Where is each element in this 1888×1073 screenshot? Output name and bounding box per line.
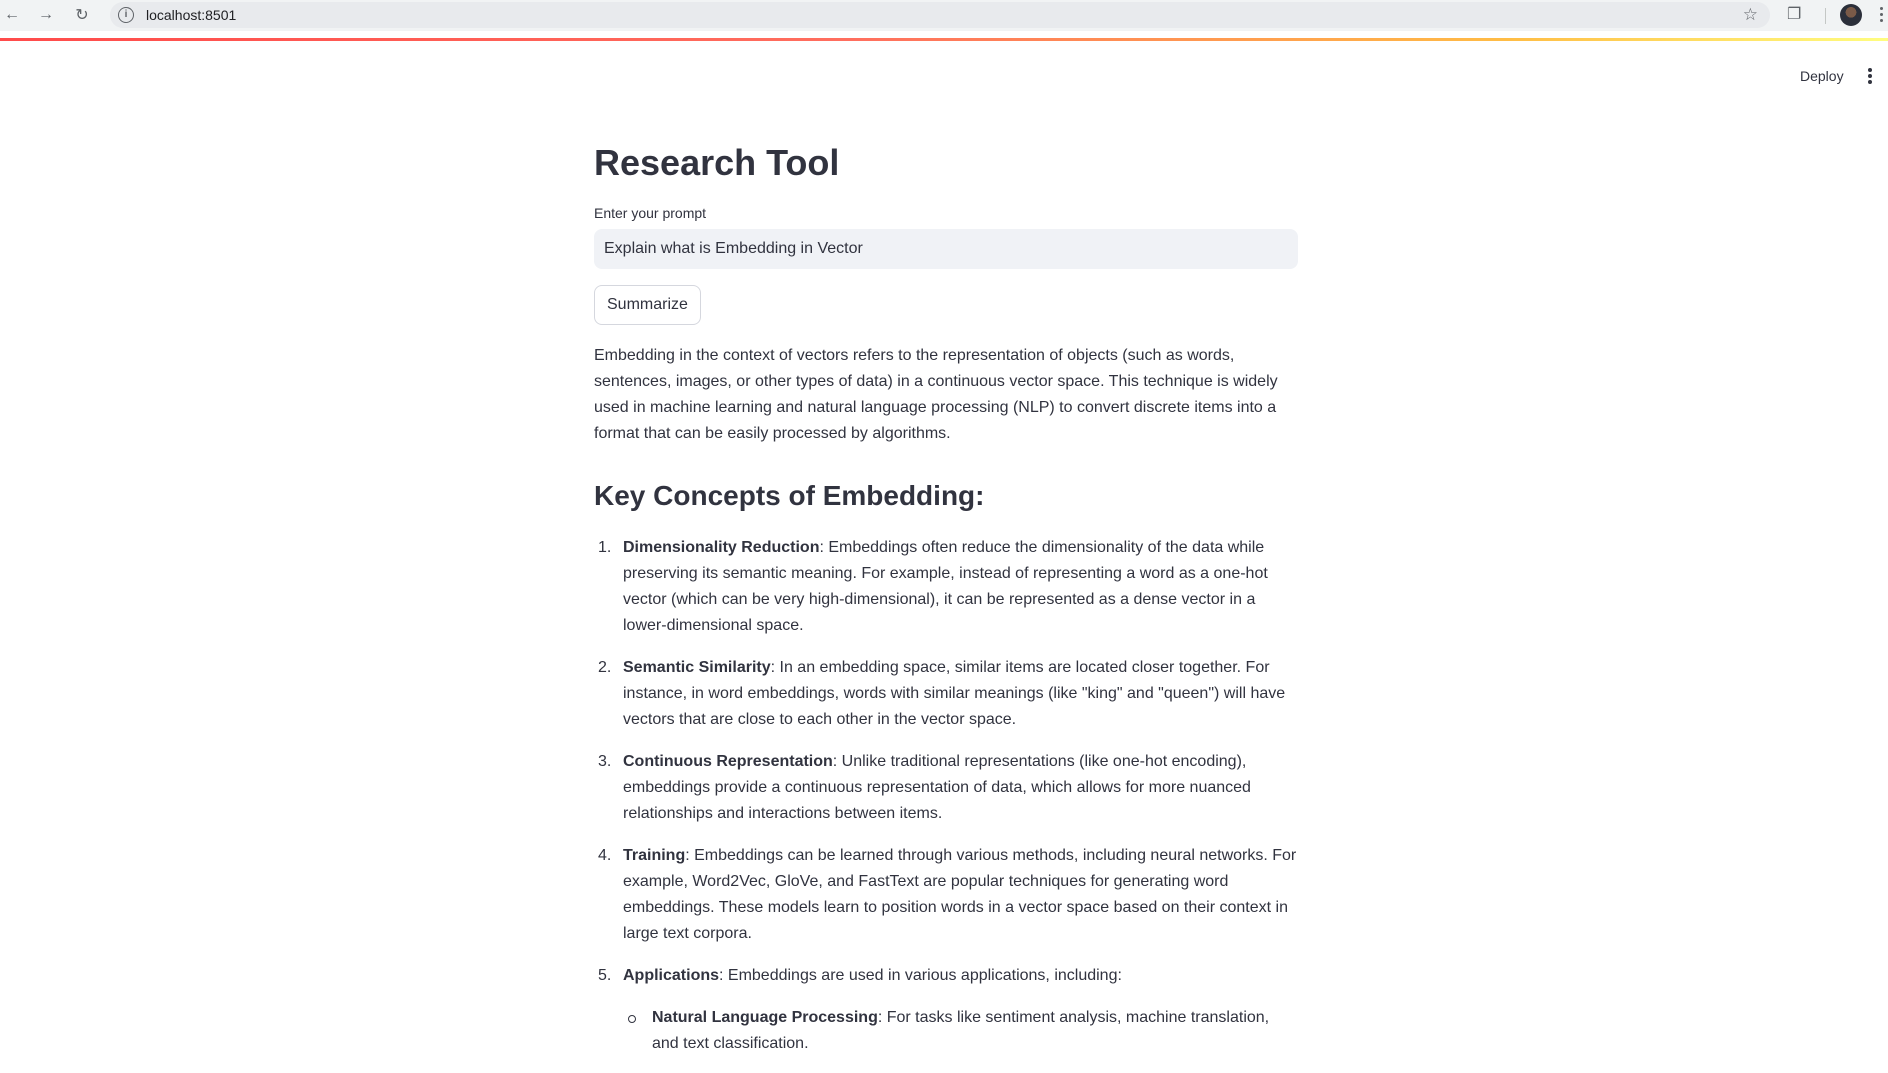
list-number: 1.	[598, 539, 612, 556]
profile-avatar[interactable]	[1840, 4, 1862, 26]
back-arrow-icon[interactable]: ←	[0, 3, 24, 27]
address-url: localhost:8501	[146, 7, 237, 23]
browser-toolbar: ← → ↻ i localhost:8501 ☆ ❐	[0, 0, 1888, 31]
list-number: 5.	[598, 967, 612, 984]
application-term: Natural Language Processing	[652, 1009, 878, 1026]
page-title: Research Tool	[594, 142, 840, 183]
summarize-button[interactable]: Summarize	[594, 285, 701, 325]
list-item: 4. Training: Embeddings can be learned t…	[594, 843, 1298, 947]
concept-term: Continuous Representation	[623, 753, 833, 770]
reload-icon[interactable]: ↻	[70, 3, 94, 27]
bookmark-star-icon[interactable]: ☆	[1743, 5, 1758, 25]
main-menu-icon[interactable]	[1864, 66, 1876, 86]
address-bar[interactable]: i localhost:8501 ☆	[110, 2, 1770, 28]
concept-text: : Embeddings are used in various applica…	[719, 967, 1122, 984]
list-item: 1. Dimensionality Reduction: Embeddings …	[594, 535, 1298, 639]
list-number: 3.	[598, 753, 612, 770]
intro-paragraph: Embedding in the context of vectors refe…	[594, 347, 1278, 442]
site-info-icon[interactable]: i	[118, 7, 134, 23]
list-number: 4.	[598, 847, 612, 864]
list-number: 2.	[598, 659, 612, 676]
concept-text: : Embeddings can be learned through vari…	[623, 847, 1297, 942]
prompt-input[interactable]	[594, 229, 1298, 269]
list-item: 2. Semantic Similarity: In an embedding …	[594, 655, 1298, 733]
list-item: Natural Language Processing: For tasks l…	[623, 1005, 1298, 1057]
concept-term: Training	[623, 847, 686, 864]
prompt-label: Enter your prompt	[594, 205, 707, 221]
section-heading: Key Concepts of Embedding:	[594, 480, 985, 511]
forward-arrow-icon[interactable]: →	[34, 3, 58, 27]
concepts-list: 1. Dimensionality Reduction : Embeddings …	[594, 535, 1298, 1057]
browser-menu-icon[interactable]	[1877, 4, 1885, 26]
applications-list: Natural Language Processing: For tasks l…	[623, 1005, 1298, 1057]
toolbar-divider	[1825, 8, 1826, 24]
deploy-button[interactable]: Deploy	[1792, 64, 1852, 88]
extensions-icon[interactable]: ❐	[1787, 4, 1809, 26]
list-item: 5. Applications: Embeddings are used in …	[594, 963, 1298, 1057]
concept-term: Applications	[623, 967, 720, 984]
main-content: Research Tool Enter your prompt Summariz…	[594, 135, 1298, 1073]
concept-term: Dimensionality Reduction	[623, 539, 820, 556]
concept-term: Semantic Similarity	[623, 659, 771, 676]
bullet-icon	[628, 1015, 636, 1023]
app-top-decoration	[0, 38, 1888, 41]
list-item: 3. Continuous Representation: Unlike tra…	[594, 749, 1298, 827]
